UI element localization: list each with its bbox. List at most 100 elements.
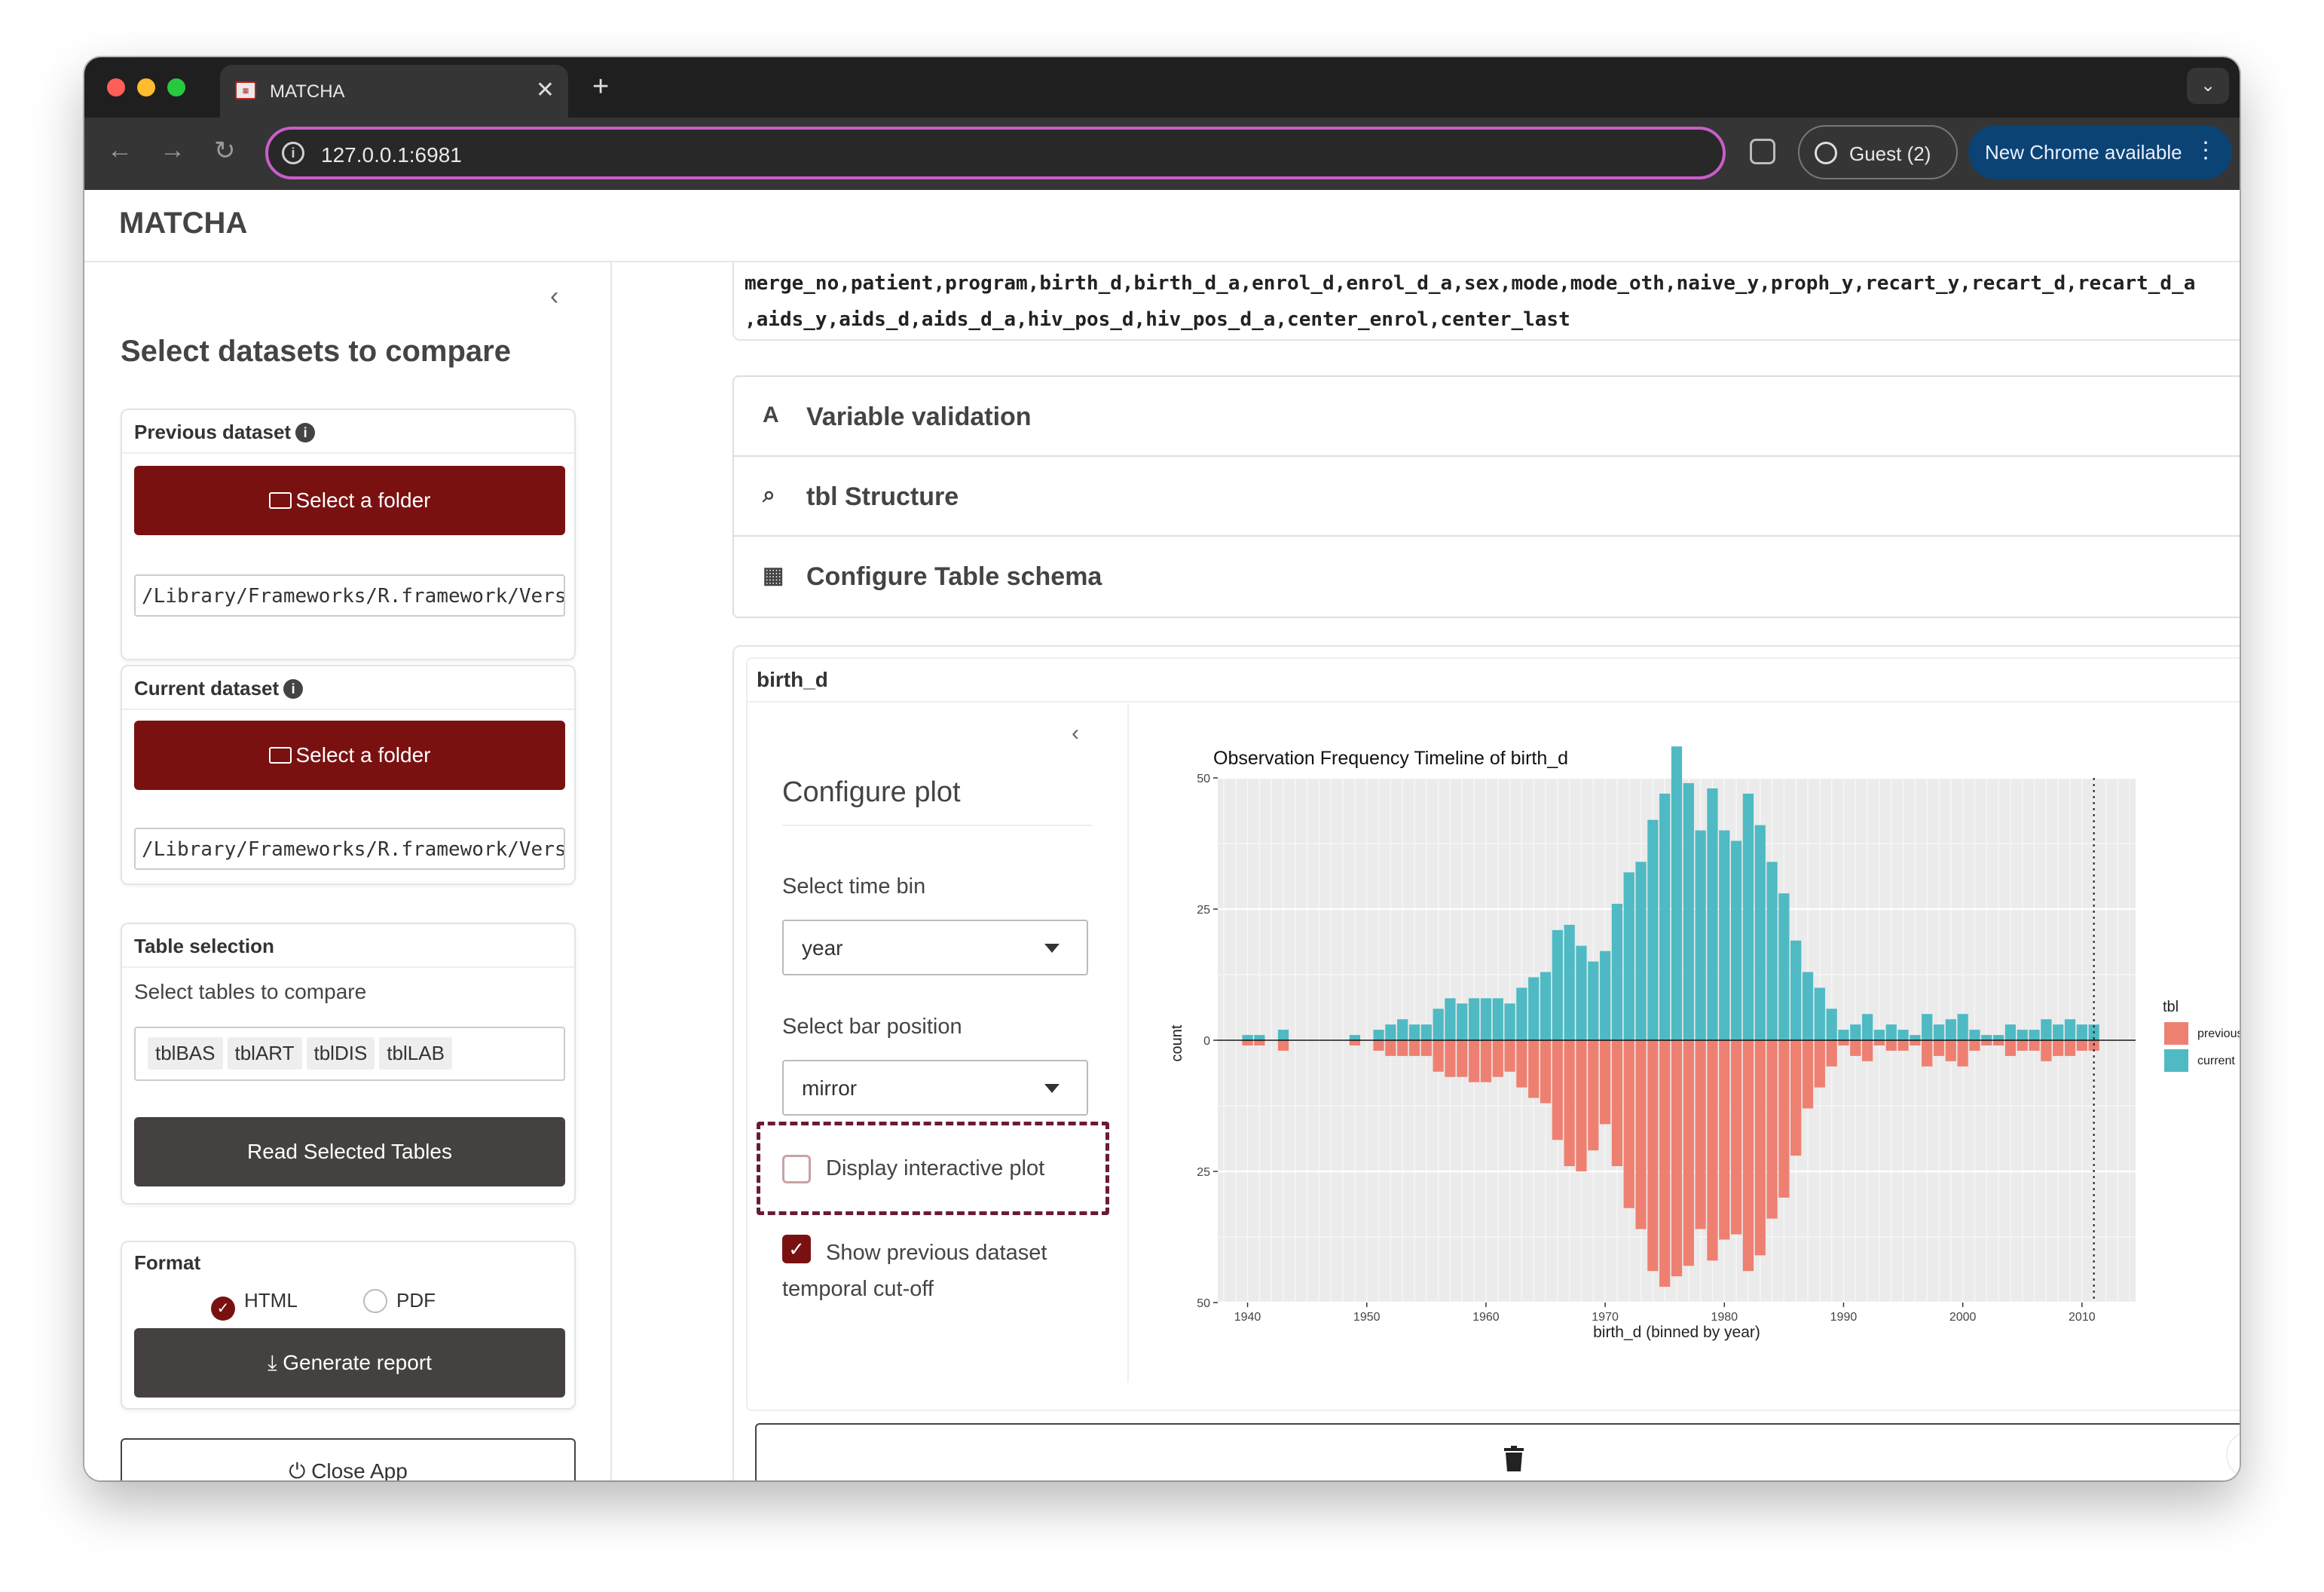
profile-button[interactable]: Guest (2): [1798, 125, 1958, 179]
tab-close-icon[interactable]: ✕: [536, 77, 555, 103]
accordion-tbl-structure[interactable]: ⌕ tbl Structure ⌄: [734, 457, 2240, 537]
chevron-down-icon: ⌄: [2233, 478, 2240, 507]
panel-collapse-chevron-icon[interactable]: ‹: [1072, 721, 1079, 746]
bar-current: [1850, 1024, 1861, 1040]
y-tick-label: 25: [1197, 1166, 1210, 1179]
accordion-title: Configure Table schema: [806, 562, 1102, 591]
bar-previous: [1683, 1040, 1694, 1266]
bar-current: [1910, 1035, 1921, 1040]
power-icon: ⏻: [289, 1459, 306, 1480]
bar-previous: [1992, 1040, 2004, 1046]
bar-current: [1802, 972, 1814, 1040]
bar-current: [2041, 1019, 2052, 1040]
bar-current: [1766, 862, 1778, 1040]
select-tables-label: Select tables to compare: [134, 980, 367, 1003]
y-tick-label: 25: [1197, 904, 1210, 917]
sidebar: ‹ Select datasets to compare Previous da…: [84, 262, 612, 1480]
bar-current: [1397, 1019, 1408, 1040]
bar-position-value: mirror: [802, 1076, 858, 1100]
accordion-variable-validation[interactable]: A Variable validation ⌄: [734, 377, 2240, 457]
bar-previous: [1373, 1040, 1384, 1051]
tab-search-chevron-icon[interactable]: ⌄: [2187, 68, 2229, 104]
current-select-folder-button[interactable]: Select a folder: [134, 721, 565, 790]
bar-current: [1457, 1003, 1468, 1040]
reload-icon[interactable]: ↻: [214, 136, 236, 166]
bar-current: [1778, 893, 1790, 1040]
generate-report-button[interactable]: ⤓ Generate report: [134, 1328, 565, 1398]
forward-arrow-icon[interactable]: →: [160, 136, 185, 165]
table-chip[interactable]: tblLAB: [379, 1037, 452, 1070]
y-axis-label: count: [1169, 1024, 1185, 1061]
column-names-card: merge_no,patient,program,birth_d,birth_d…: [732, 262, 2240, 341]
interactive-plot-label[interactable]: Display interactive plot: [826, 1156, 1044, 1181]
format-title: Format: [134, 1251, 201, 1274]
bar-position-select[interactable]: mirror: [782, 1060, 1088, 1116]
previous-path-field[interactable]: /Library/Frameworks/R.framework/Versions…: [134, 574, 565, 617]
x-tick-label: 1960: [1472, 1311, 1500, 1324]
minimize-window-button[interactable]: [137, 78, 155, 96]
bar-current: [1659, 793, 1671, 1040]
table-chip[interactable]: tblDIS: [306, 1037, 375, 1070]
bar-current: [1933, 1024, 1945, 1040]
extension-icon[interactable]: [1750, 139, 1775, 164]
bar-previous: [1802, 1040, 1814, 1109]
bar-previous: [1790, 1040, 1802, 1156]
y-tick-label: 50: [1197, 773, 1210, 785]
table-chip[interactable]: tblBAS: [148, 1037, 223, 1070]
main-panel: merge_no,patient,program,birth_d,birth_d…: [612, 262, 2240, 1480]
bar-current: [1790, 940, 1802, 1040]
sidebar-collapse-chevron-icon[interactable]: ‹: [550, 282, 558, 311]
bar-current: [2064, 1019, 2076, 1040]
configure-plot-panel: ‹ Configure plot Select time bin year Se…: [748, 704, 1129, 1382]
y-tick-label: 0: [1203, 1035, 1210, 1048]
x-axis-label: birth_d (binned by year): [1593, 1324, 1760, 1341]
info-icon[interactable]: i: [295, 423, 316, 442]
x-tick-label: 2000: [1949, 1311, 1977, 1324]
current-path-field[interactable]: /Library/Frameworks/R.framework/Versions…: [134, 828, 565, 870]
bar-previous: [1981, 1040, 1992, 1046]
bar-current: [1504, 1003, 1515, 1040]
table-selection-header: Table selection: [122, 924, 574, 968]
time-bin-select[interactable]: year: [782, 920, 1088, 975]
chevron-down-icon: ⌄: [2233, 398, 2240, 427]
bar-previous: [1861, 1040, 1873, 1061]
close-window-button[interactable]: [107, 78, 125, 96]
address-bar[interactable]: i 127.0.0.1:6981: [265, 127, 1726, 179]
table-icon: ▦: [763, 563, 784, 588]
bar-previous: [1540, 1040, 1552, 1104]
table-multiselect[interactable]: tblBAS tblART tblDIS tblLAB: [134, 1027, 565, 1081]
bar-current: [1695, 830, 1706, 1040]
kebab-menu-icon[interactable]: ⋮: [2194, 137, 2217, 164]
update-chrome-button[interactable]: New Chrome available ⋮: [1968, 125, 2232, 179]
back-arrow-icon[interactable]: ←: [107, 136, 133, 165]
column-names-line: merge_no,patient,program,birth_d,birth_d…: [745, 272, 2196, 295]
bar-previous: [1242, 1040, 1253, 1046]
bar-position-label: Select bar position: [782, 1015, 962, 1039]
interactive-plot-checkbox[interactable]: [782, 1155, 811, 1183]
table-chip[interactable]: tblART: [227, 1037, 302, 1070]
remove-plot-button[interactable]: [755, 1423, 2240, 1480]
address-text[interactable]: 127.0.0.1:6981: [321, 143, 462, 167]
close-app-button[interactable]: ⏻ Close App: [121, 1438, 576, 1480]
read-tables-button[interactable]: Read Selected Tables: [134, 1117, 565, 1186]
browser-tab[interactable]: ▦ MATCHA ✕: [220, 65, 568, 118]
bar-previous: [1420, 1040, 1432, 1056]
update-chrome-label: New Chrome available: [1985, 141, 2182, 164]
bar-previous: [1730, 1040, 1742, 1235]
accordion-configure-table-schema[interactable]: ▦ Configure Table schema ⌄: [734, 537, 2240, 617]
cutoff-label[interactable]: Show previous dataset temporal cut-off: [782, 1235, 1084, 1307]
bar-previous: [1910, 1040, 1921, 1046]
new-tab-icon[interactable]: +: [592, 71, 609, 103]
format-radio-pdf[interactable]: PDF: [363, 1289, 436, 1313]
bar-current: [1552, 929, 1563, 1040]
bar-previous: [1397, 1040, 1408, 1056]
bar-current: [1588, 961, 1599, 1040]
info-icon[interactable]: i: [283, 679, 304, 699]
site-info-icon[interactable]: i: [282, 142, 304, 164]
format-option-html: HTML: [244, 1289, 298, 1312]
bar-current: [1838, 1030, 1849, 1040]
previous-select-folder-button[interactable]: Select a folder: [134, 466, 565, 535]
maximize-window-button[interactable]: [167, 78, 185, 96]
close-app-label: Close App: [311, 1459, 408, 1480]
format-radio-html[interactable]: ✓ HTML: [211, 1289, 298, 1321]
